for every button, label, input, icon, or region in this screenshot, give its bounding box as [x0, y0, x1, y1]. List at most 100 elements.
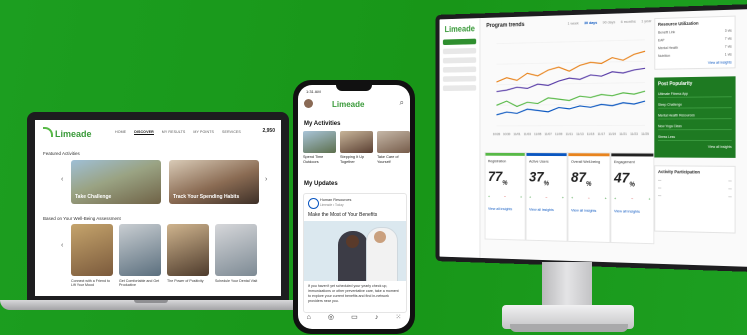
view-all-insights-link[interactable]: View all insights [658, 145, 732, 149]
sidebar-item[interactable] [442, 75, 477, 82]
card-stats: + − + [571, 195, 607, 201]
featured-card-label: Take Challenge [75, 194, 112, 200]
tile-label: Get Comfortable and Get Productive [119, 279, 160, 288]
update-card[interactable]: Human Resources Limeade • Today Make the… [303, 193, 407, 313]
featured-card-challenge[interactable]: Take Challenge [71, 160, 161, 204]
sidebar-item[interactable] [442, 66, 477, 73]
discover-icon[interactable]: ◎ [328, 313, 334, 321]
sidebar-item[interactable] [442, 57, 477, 64]
nav-my-points[interactable]: MY POINTS [193, 130, 214, 135]
tile-power-positivity[interactable] [167, 224, 209, 276]
view-insights-link[interactable]: View all insights [614, 208, 651, 214]
grid-icon[interactable]: ⁙ [396, 313, 402, 321]
popularity-row: New Yoga Class [658, 124, 732, 131]
gridline [496, 40, 645, 44]
card-value: 47% [614, 169, 635, 189]
x-tick-label: 11/07 [544, 132, 552, 136]
activity-participation-panel: Activity Participation — — — — — — [654, 165, 736, 234]
bell-icon[interactable]: ♪ [375, 314, 379, 321]
carousel-prev-icon[interactable]: ‹ [61, 176, 63, 183]
panel-title: Activity Participation [658, 169, 700, 175]
dashboard-sidebar: Limeade [439, 18, 481, 258]
featured-card-spending[interactable]: Track Your Spending Habits [169, 160, 259, 204]
card-accent-bar [611, 153, 654, 157]
filter-1-week[interactable]: 1 week [568, 21, 579, 26]
phone: 1:31 AM Limeade ⌕ My Activities Spend Ti… [293, 80, 415, 334]
engagement-card: Engagement 47% + − + View all insights [610, 152, 655, 245]
panel-title: Resource Utilization [658, 20, 699, 27]
active-users-card: Active Users 37% + − + View all insights [525, 152, 568, 242]
activity-card-stepping[interactable] [340, 131, 373, 153]
popularity-row: Stress Less [658, 135, 732, 141]
x-tick-label: 11/05 [534, 132, 542, 136]
doctor-head [374, 231, 386, 243]
tile-label: Schedule Your Dental Visit [215, 279, 258, 283]
carousel-prev-icon[interactable]: ‹ [61, 242, 63, 249]
view-insights-link[interactable]: View all insights [529, 207, 564, 212]
filter-1-year[interactable]: 1 year [641, 18, 651, 23]
post-popularity-panel: Post Popularity Ultimate Fitness App Sle… [654, 76, 736, 158]
card-accent-bar [568, 153, 610, 157]
phone-screen: 1:31 AM Limeade ⌕ My Activities Spend Ti… [298, 85, 410, 329]
sidebar-item-home[interactable] [442, 38, 477, 46]
series-line-0 [496, 51, 645, 82]
card-label: Overall Well-being [571, 158, 601, 164]
popularity-row: Mental Health Resources [658, 113, 732, 120]
registration-card: Registration 77% + − + View all insights [484, 151, 526, 241]
assessment-heading: Based on Your Well-Being Assessment [43, 216, 121, 221]
activity-card-self-care[interactable] [377, 131, 410, 153]
search-icon[interactable]: ⌕ [400, 98, 404, 108]
activity-card-outdoors[interactable] [303, 131, 336, 153]
messages-icon[interactable]: ▭ [351, 313, 358, 321]
filter-6-months[interactable]: 6 months [621, 19, 636, 24]
filter-30-days[interactable]: 30 days [584, 20, 597, 25]
nav-my-results[interactable]: MY RESULTS [162, 130, 186, 135]
participation-row: — — [658, 193, 732, 199]
desktop-monitor: Limeade Program trends 1 week 30 days 90… [435, 4, 747, 272]
x-tick-label: 11/15 [587, 132, 595, 136]
featured-heading: Featured Activities [43, 151, 80, 156]
card-stats: + − + [487, 193, 523, 200]
nav-services[interactable]: SERVICES [222, 130, 241, 135]
filter-90-days[interactable]: 90 days [603, 19, 616, 24]
tile-dental-visit[interactable] [215, 224, 257, 276]
card-accent-bar [485, 152, 525, 156]
view-all-insights-link[interactable]: View all insights [658, 60, 732, 65]
resource-row: Mental Health 7 vis [658, 44, 732, 51]
panel-title: Post Popularity [658, 80, 693, 88]
chart-title: Program trends [486, 22, 525, 30]
participation-row: — — [658, 185, 732, 191]
points-badge[interactable]: 2,950 [262, 128, 275, 134]
view-insights-link[interactable]: View all insights [571, 208, 607, 213]
activities-heading: My Activities [304, 121, 341, 127]
view-insights-link[interactable]: View all insights [488, 206, 522, 211]
tile-get-comfortable[interactable] [119, 224, 161, 276]
participation-row: — — [658, 177, 732, 183]
avatar[interactable] [304, 99, 313, 108]
card-stats: + − + [614, 195, 651, 202]
x-tick-label: 11/21 [619, 132, 627, 136]
activity-label: Spend Time Outdoors [303, 155, 324, 164]
home-icon[interactable]: ⌂ [307, 314, 311, 321]
carousel-next-icon[interactable]: › [265, 176, 267, 183]
activity-label: Stepping It Up Together [340, 155, 365, 164]
laptop-notch [134, 300, 168, 303]
phone-notch [336, 85, 372, 91]
card-value: 77% [487, 168, 508, 187]
sidebar-item[interactable] [442, 85, 477, 92]
x-tick-label: 11/13 [576, 132, 584, 136]
nav-home[interactable]: HOME [115, 130, 126, 135]
tile-connect-friend[interactable] [71, 224, 113, 276]
x-tick-label: 11/23 [630, 132, 638, 136]
x-tick-label: 11/25 [641, 132, 649, 136]
updates-heading: My Updates [304, 181, 338, 187]
popularity-row: Sleep Challenge [658, 102, 732, 109]
resource-row: Nutrition 1 vis [658, 52, 732, 59]
nav-discover[interactable]: DISCOVER [134, 130, 154, 135]
resource-utilization-panel: Resource Utilization Benefit Link 3 vis E… [654, 15, 736, 70]
x-tick-label: 11/01 [513, 132, 520, 136]
update-org: Human Resources [320, 198, 352, 202]
tile-label: Connect with a Friend to Lift Your Mood [71, 279, 110, 288]
sidebar-item[interactable] [442, 47, 477, 55]
series-line-1 [496, 68, 645, 91]
